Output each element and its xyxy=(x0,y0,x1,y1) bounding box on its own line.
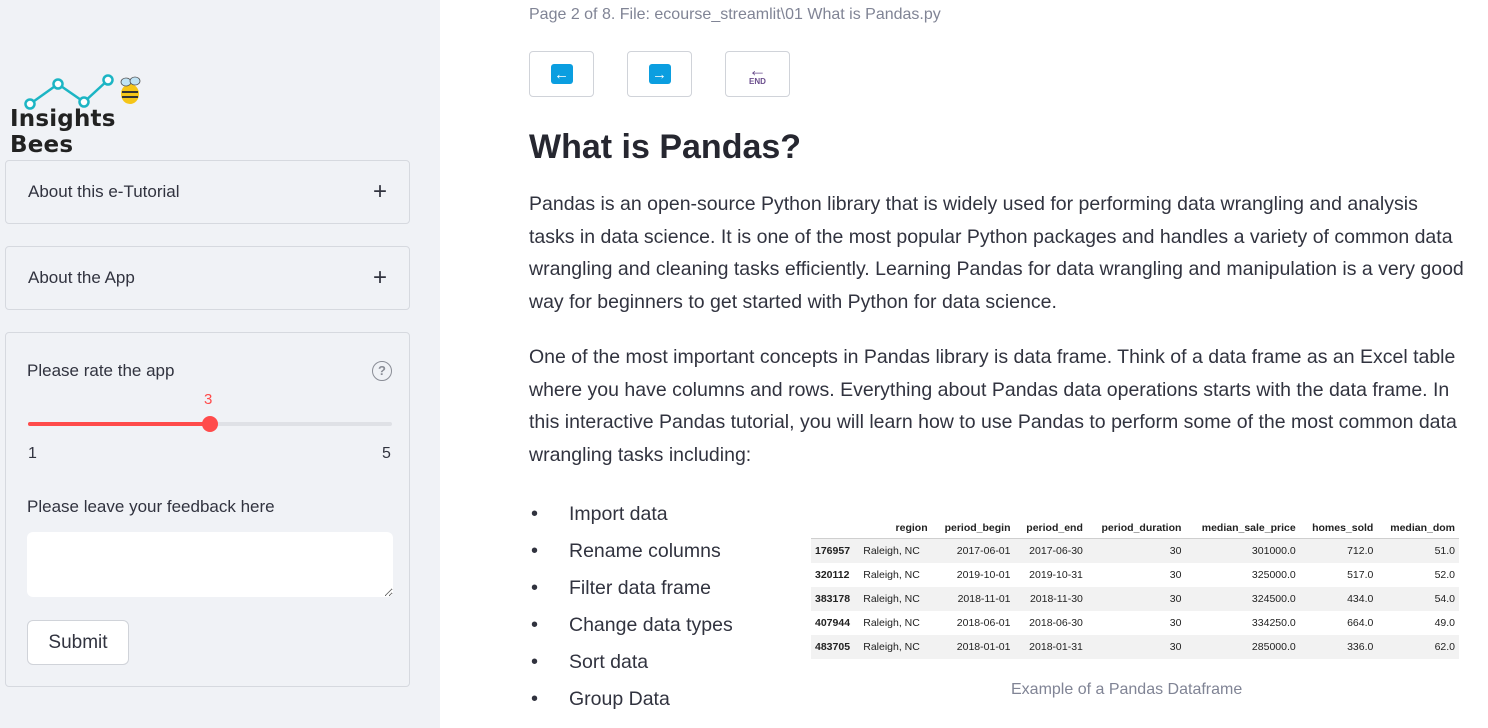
help-icon[interactable]: ? xyxy=(372,361,392,381)
page-info: Page 2 of 8. File: ecourse_streamlit\01 … xyxy=(529,6,941,23)
list-item: Filter data frame xyxy=(529,571,733,608)
table-cell: 52.0 xyxy=(1434,568,1455,581)
table-cell: 30 xyxy=(1169,568,1182,581)
list-item: Sort data xyxy=(529,645,733,682)
feedback-form: Please rate the app ? 3 1 5 Please leave… xyxy=(5,332,410,687)
table-cell: 2019-10-31 xyxy=(1029,568,1083,581)
arrow-left-icon: ← xyxy=(550,64,573,84)
table-cell: Raleigh, NC xyxy=(863,592,920,605)
table-cell: 434.0 xyxy=(1347,592,1374,605)
table-cell: Raleigh, NC xyxy=(863,616,920,629)
list-item: Rename columns xyxy=(529,534,733,571)
table-cell: 712.0 xyxy=(1347,544,1374,557)
table-cell: 664.0 xyxy=(1347,616,1374,629)
table-cell: 30 xyxy=(1169,544,1182,557)
expander-about-app[interactable]: About the App + xyxy=(5,246,410,310)
slider-value: 3 xyxy=(204,391,213,408)
table-cell: 407944 xyxy=(815,616,851,629)
table-cell: 30 xyxy=(1169,616,1182,629)
column-header: period_begin xyxy=(931,517,1015,539)
table-cell: 2017-06-30 xyxy=(1029,544,1083,557)
table-cell: 30 xyxy=(1169,592,1182,605)
plus-icon: + xyxy=(372,178,387,205)
end-icon: ← END xyxy=(748,59,767,86)
list-item: Import data xyxy=(529,497,733,534)
slider-max: 5 xyxy=(382,445,391,462)
table-cell: 62.0 xyxy=(1434,640,1455,653)
column-header: homes_sold xyxy=(1299,517,1378,539)
table-cell: 2018-11-30 xyxy=(1029,592,1083,605)
table-cell: 49.0 xyxy=(1434,616,1455,629)
table-cell: Raleigh, NC xyxy=(863,640,920,653)
end-page-button[interactable]: ← END xyxy=(725,51,790,97)
dataframe-paragraph: One of the most important concepts in Pa… xyxy=(529,346,1457,467)
list-item: Group Data xyxy=(529,682,733,719)
logo-text: Insights Bees xyxy=(10,106,116,158)
table-cell: 2018-06-01 xyxy=(956,616,1011,629)
table-cell: 285000.0 xyxy=(1251,640,1296,653)
table-cell: 324500.0 xyxy=(1251,592,1296,605)
expander-label: About the App xyxy=(28,268,135,287)
column-header: period_end xyxy=(1014,517,1087,539)
main-content: Page 2 of 8. File: ecourse_streamlit\01 … xyxy=(440,0,1488,728)
list-item: Change data types xyxy=(529,608,733,645)
table-row: 407944 Raleigh, NC 2018-06-01 2018-06-30… xyxy=(811,611,1459,635)
table-cell: 2018-11-01 xyxy=(957,592,1011,605)
dataframe-image: region period_begin period_end period_du… xyxy=(811,517,1459,659)
table-cell: 320112 xyxy=(815,568,850,581)
table-cell: 517.0 xyxy=(1347,568,1374,581)
slider-thumb[interactable] xyxy=(202,416,218,432)
rating-slider[interactable] xyxy=(28,416,392,432)
table-cell: 2018-06-30 xyxy=(1029,616,1083,629)
table-row: 483705 Raleigh, NC 2018-01-01 2018-01-31… xyxy=(811,634,1459,659)
table-cell: 2018-01-31 xyxy=(1029,640,1083,653)
page-title: What is Pandas? xyxy=(529,128,802,166)
column-header: median_dom xyxy=(1377,517,1459,539)
feedback-input[interactable] xyxy=(27,532,393,597)
table-cell: 2017-06-01 xyxy=(956,544,1011,557)
table-cell: 30 xyxy=(1169,640,1182,653)
prev-page-button[interactable]: ← xyxy=(529,51,594,97)
next-page-button[interactable]: → xyxy=(627,51,692,97)
rate-label: Please rate the app xyxy=(27,361,175,380)
end-text: END xyxy=(749,76,766,86)
expander-label: About this e-Tutorial xyxy=(28,182,180,201)
table-cell: 483705 xyxy=(815,640,851,653)
table-row: 176957 Raleigh, NC 2017-06-01 2017-06-30… xyxy=(811,538,1459,563)
column-header: period_duration xyxy=(1086,517,1186,539)
column-header: region xyxy=(859,517,932,539)
logo: Insights Bees xyxy=(8,70,168,158)
expander-about-tutorial[interactable]: About this e-Tutorial + xyxy=(5,160,410,224)
dataframe-caption: Example of a Pandas Dataframe xyxy=(1011,681,1243,698)
table-cell: 325000.0 xyxy=(1251,568,1296,581)
sidebar: Insights Bees About this e-Tutorial + Ab… xyxy=(0,0,440,728)
column-header xyxy=(811,517,860,539)
table-cell: Raleigh, NC xyxy=(863,568,920,581)
intro-paragraph: Pandas is an open-source Python library … xyxy=(529,193,1464,314)
table-cell: 176957 xyxy=(815,544,851,557)
table-cell: 301000.0 xyxy=(1251,544,1296,557)
task-list: Import data Rename columns Filter data f… xyxy=(529,497,733,719)
table-cell: 334250.0 xyxy=(1251,616,1296,629)
arrow-right-icon: → xyxy=(648,64,671,84)
table-cell: 383178 xyxy=(815,592,851,605)
dataframe-table: region period_begin period_end period_du… xyxy=(811,517,1459,659)
submit-button[interactable]: Submit xyxy=(27,620,129,665)
plus-icon: + xyxy=(372,264,387,291)
table-cell: 2019-10-01 xyxy=(956,568,1011,581)
table-cell: 336.0 xyxy=(1347,640,1374,653)
table-cell: 51.0 xyxy=(1434,544,1455,557)
feedback-label: Please leave your feedback here xyxy=(27,497,275,516)
table-header-row: region period_begin period_end period_du… xyxy=(811,517,1459,539)
table-cell: Raleigh, NC xyxy=(863,544,920,557)
table-cell: 54.0 xyxy=(1434,592,1455,605)
slider-min: 1 xyxy=(28,445,37,462)
table-row: 383178 Raleigh, NC 2018-11-01 2018-11-30… xyxy=(811,586,1459,611)
table-row: 320112 Raleigh, NC 2019-10-01 2019-10-31… xyxy=(811,563,1459,587)
column-header: median_sale_price xyxy=(1185,517,1300,539)
slider-fill xyxy=(28,422,210,426)
table-cell: 2018-01-01 xyxy=(956,640,1011,653)
